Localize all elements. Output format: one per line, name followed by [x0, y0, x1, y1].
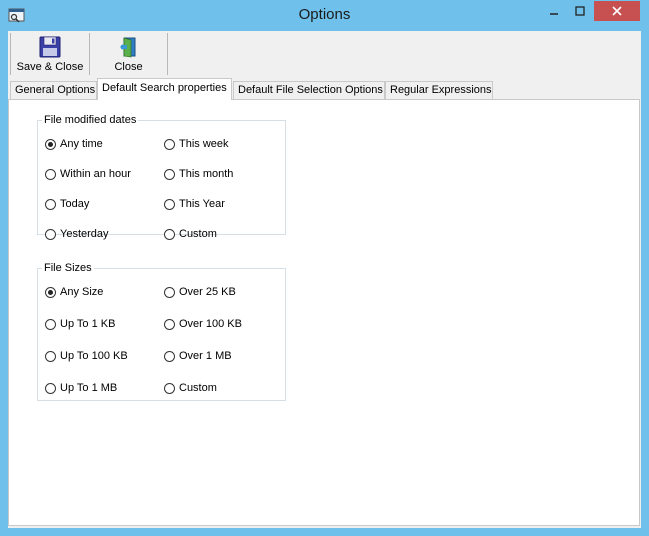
radio-up-to-1kb[interactable]: Up To 1 KB: [45, 317, 115, 331]
close-window-button[interactable]: [594, 1, 640, 21]
title-bar[interactable]: Options: [0, 0, 649, 31]
radio-within-an-hour[interactable]: Within an hour: [45, 167, 131, 181]
minimize-icon: [549, 13, 558, 15]
radio-this-month[interactable]: This month: [164, 167, 233, 181]
tab-regular-expressions[interactable]: Regular Expressions: [385, 81, 493, 99]
radio-up-to-1mb[interactable]: Up To 1 MB: [45, 381, 117, 395]
radio-over-25kb[interactable]: Over 25 KB: [164, 285, 236, 299]
file-sizes-legend: File Sizes: [44, 262, 92, 274]
save-close-button[interactable]: Save & Close: [10, 33, 90, 75]
radio-any-time[interactable]: Any time: [45, 137, 103, 151]
radio-yesterday[interactable]: Yesterday: [45, 227, 109, 241]
radio-this-year[interactable]: This Year: [164, 197, 225, 211]
file-modified-dates-legend: File modified dates: [44, 114, 137, 126]
tab-default-file-selection-options[interactable]: Default File Selection Options: [233, 81, 385, 99]
floppy-disk-icon: [39, 36, 61, 58]
radio-any-size[interactable]: Any Size: [45, 285, 103, 299]
tab-default-search-properties[interactable]: Default Search properties: [97, 78, 232, 100]
radio-custom-size[interactable]: Custom: [164, 381, 217, 395]
radio-over-1mb[interactable]: Over 1 MB: [164, 349, 232, 363]
maximize-button[interactable]: [567, 1, 593, 21]
radio-this-week[interactable]: This week: [164, 137, 229, 151]
close-label: Close: [114, 61, 143, 73]
close-icon: [612, 6, 622, 16]
maximize-icon: [575, 6, 585, 16]
radio-up-to-100kb[interactable]: Up To 100 KB: [45, 349, 128, 363]
minimize-button[interactable]: [540, 1, 567, 21]
exit-door-icon: [119, 37, 135, 58]
radio-over-100kb[interactable]: Over 100 KB: [164, 317, 242, 331]
close-button[interactable]: Close: [90, 33, 168, 75]
toolbar: Save & Close Close: [8, 31, 641, 77]
tab-general-options[interactable]: General Options: [10, 81, 97, 99]
tab-strip: General Options Default Search propertie…: [8, 78, 641, 100]
radio-today[interactable]: Today: [45, 197, 89, 211]
radio-custom-date[interactable]: Custom: [164, 227, 217, 241]
tab-panel: File modified dates Any time This week W…: [8, 99, 640, 526]
options-window: Options Save & Close Close General Optio…: [0, 0, 649, 536]
save-close-label: Save & Close: [16, 61, 84, 73]
client-area: Save & Close Close General Options Defau…: [8, 31, 641, 528]
